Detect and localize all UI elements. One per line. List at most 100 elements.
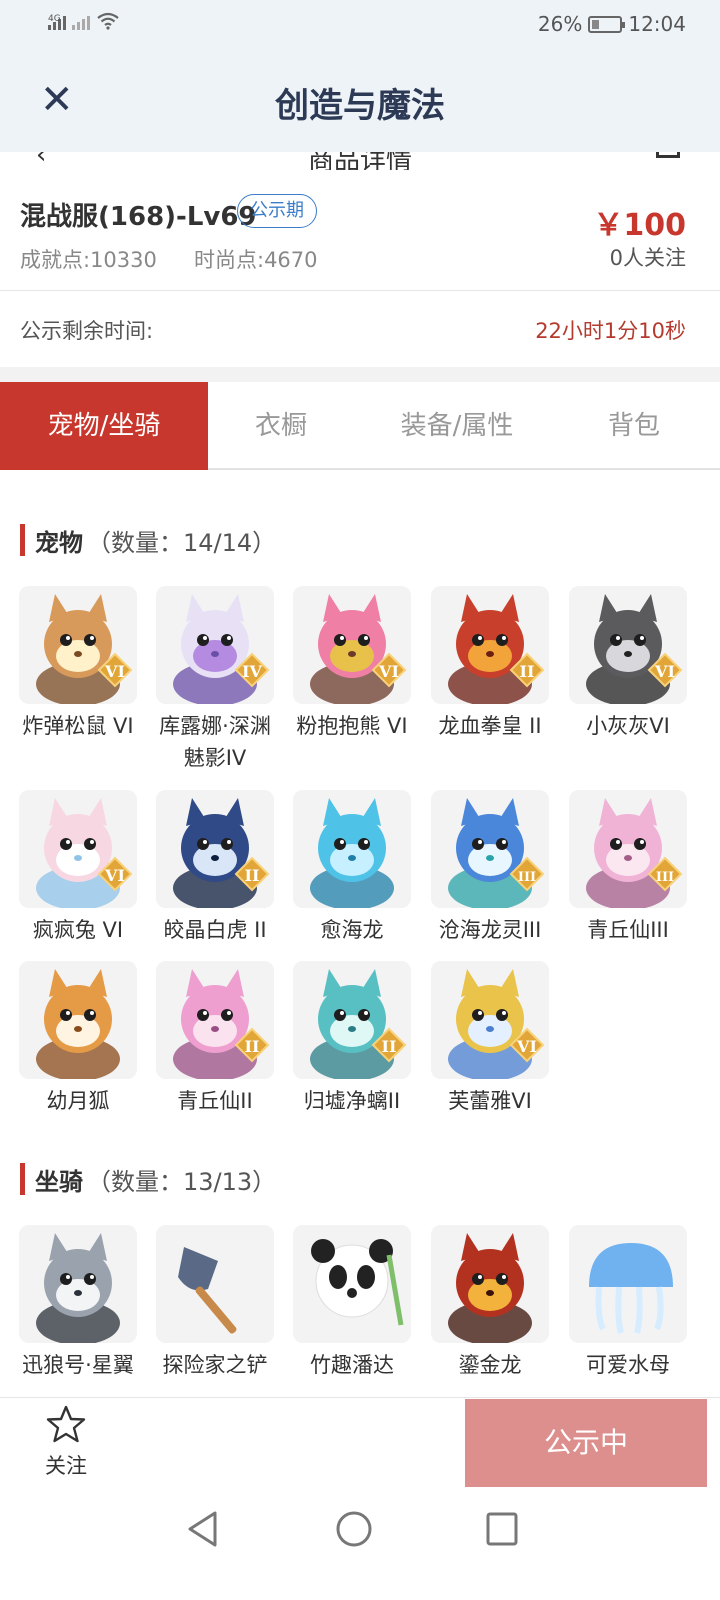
pets-section-title: 宠物 （数量：14/14） <box>20 524 277 557</box>
svg-text:VI: VI <box>104 866 125 885</box>
pet-item[interactable]: VI 炸弹松鼠 VI <box>19 586 137 742</box>
pet-item[interactable]: III 青丘仙III <box>569 790 687 946</box>
nav-recents-icon[interactable] <box>484 1509 520 1549</box>
app-bar: ✕ 创造与魔法 <box>0 50 720 152</box>
svg-text:VI: VI <box>104 662 125 681</box>
svg-text:VI: VI <box>516 1037 537 1056</box>
item-price: ￥100 <box>593 208 686 243</box>
panda-icon <box>293 1225 411 1343</box>
svg-text:II: II <box>520 662 535 681</box>
dragon-blood-icon: II <box>431 586 549 704</box>
share-icon[interactable] <box>656 152 680 158</box>
section-gap <box>0 367 720 382</box>
pet-item[interactable]: II 归墟净螭II <box>293 961 411 1117</box>
item-label: 可爱水母 <box>586 1353 670 1377</box>
fox-fairy-2-icon: II <box>156 961 274 1079</box>
pet-item[interactable]: III 沧海龙灵III <box>431 790 549 946</box>
kuluna-icon: IV <box>156 586 274 704</box>
item-label: 小灰灰VI <box>586 714 670 738</box>
moon-fox-icon <box>19 961 137 1079</box>
fashion-points: 时尚点:4670 <box>194 248 318 272</box>
signal-icon: 4G <box>48 14 66 30</box>
dragon-spirit-icon: III <box>431 790 549 908</box>
battery-percent: 26% <box>537 12 583 36</box>
pet-item[interactable]: VI 疯疯兔 VI <box>19 790 137 946</box>
grey-wolf-icon: VI <box>569 586 687 704</box>
item-label: 归墟净螭II <box>303 1089 401 1113</box>
status-bar: 4G 26% 12:04 <box>0 0 720 50</box>
item-label: 探险家之铲 <box>162 1353 268 1377</box>
app-title: 创造与魔法 <box>275 86 445 126</box>
mount-item[interactable]: 竹趣潘达 <box>293 1225 411 1381</box>
svg-text:VI: VI <box>654 662 675 681</box>
item-label: 幼月狐 <box>46 1089 110 1113</box>
svg-text:VI: VI <box>378 662 399 681</box>
clock: 12:04 <box>628 12 686 36</box>
section-count: （数量：14/14） <box>87 528 277 557</box>
svg-text:II: II <box>382 1037 397 1056</box>
star-icon <box>46 1405 86 1443</box>
water-dragon-icon: II <box>293 961 411 1079</box>
mount-item[interactable]: 探险家之铲 <box>156 1225 274 1381</box>
pet-item[interactable]: VI 小灰灰VI <box>569 586 687 742</box>
item-label: 芙蕾雅VI <box>448 1089 532 1113</box>
squirrel-icon: VI <box>19 586 137 704</box>
pet-item[interactable]: IV 库露娜·深渊魅影IV <box>156 586 274 774</box>
item-name: 混战服(168)-Lv69 <box>20 202 257 232</box>
pet-item[interactable]: 幼月狐 <box>19 961 137 1117</box>
tab-equipment[interactable]: 装备/属性 <box>354 382 560 470</box>
remaining-time-value: 22小时1分10秒 <box>535 319 686 343</box>
section-name: 坐骑 <box>35 1167 83 1196</box>
tab-backpack[interactable]: 背包 <box>560 382 708 470</box>
item-label: 迅狼号·星翼 <box>22 1353 134 1377</box>
pet-item[interactable]: VI 粉抱抱熊 VI <box>293 586 411 742</box>
item-label: 库露娜·深渊魅影IV <box>159 714 271 770</box>
pet-item[interactable]: 愈海龙 <box>293 790 411 946</box>
section-marker <box>20 524 25 556</box>
nav-home-icon[interactable] <box>334 1509 374 1549</box>
item-label: 粉抱抱熊 VI <box>296 714 408 738</box>
item-label: 愈海龙 <box>320 918 384 942</box>
item-header: 混战服(168)-Lv69 公示期 ￥100 成就点:10330 时尚点:467… <box>0 176 720 290</box>
item-label: 青丘仙III <box>587 918 669 942</box>
mount-item[interactable]: 迅狼号·星翼 <box>19 1225 137 1381</box>
section-name: 宠物 <box>35 528 83 557</box>
pet-item[interactable]: II 青丘仙II <box>156 961 274 1117</box>
pet-item[interactable]: II 龙血拳皇 II <box>431 586 549 742</box>
public-notice-button[interactable]: 公示中 <box>465 1399 707 1487</box>
item-label: 炸弹松鼠 VI <box>22 714 134 738</box>
pet-item[interactable]: II 皎晶白虎 II <box>156 790 274 946</box>
sea-dragon-icon <box>293 790 411 908</box>
battery-icon <box>588 15 626 33</box>
mech-wolf-icon <box>19 1225 137 1343</box>
svg-text:IV: IV <box>242 662 262 681</box>
status-badge: 公示期 <box>237 194 317 228</box>
follow-label: 关注 <box>45 1454 87 1478</box>
nav-back-icon[interactable] <box>184 1509 220 1549</box>
tab-bar: 宠物/坐骑 衣橱 装备/属性 背包 <box>0 382 720 470</box>
bottom-action-bar: 关注 公示中 <box>0 1397 720 1489</box>
pet-item[interactable]: VI 芙蕾雅VI <box>431 961 549 1117</box>
page-title: 商品详情 <box>307 152 412 170</box>
item-label: 龙血拳皇 II <box>438 714 542 738</box>
remaining-time-row: 公示剩余时间: 22小时1分10秒 <box>0 291 720 367</box>
system-nav-bar <box>0 1489 720 1600</box>
freya-icon: VI <box>431 961 549 1079</box>
crazy-rabbit-icon: VI <box>19 790 137 908</box>
tab-wardrobe[interactable]: 衣橱 <box>208 382 354 470</box>
item-label: 竹趣潘达 <box>310 1353 394 1377</box>
mount-item[interactable]: 鎏金龙 <box>431 1225 549 1381</box>
svg-text:II: II <box>245 1037 260 1056</box>
svg-text:III: III <box>656 870 674 885</box>
tab-pets-mounts[interactable]: 宠物/坐骑 <box>0 382 208 470</box>
follower-count: 0人关注 <box>609 246 686 270</box>
signal-2-icon <box>72 16 90 30</box>
golden-dragon-icon <box>431 1225 549 1343</box>
item-label: 鎏金龙 <box>458 1353 522 1377</box>
follow-button[interactable]: 关注 <box>30 1404 102 1480</box>
mount-item[interactable]: 可爱水母 <box>569 1225 687 1381</box>
white-tiger-icon: II <box>156 790 274 908</box>
mounts-section-title: 坐骑 （数量：13/13） <box>20 1163 276 1196</box>
shovel-icon <box>156 1225 274 1343</box>
achievement-points: 成就点:10330 <box>20 248 157 272</box>
